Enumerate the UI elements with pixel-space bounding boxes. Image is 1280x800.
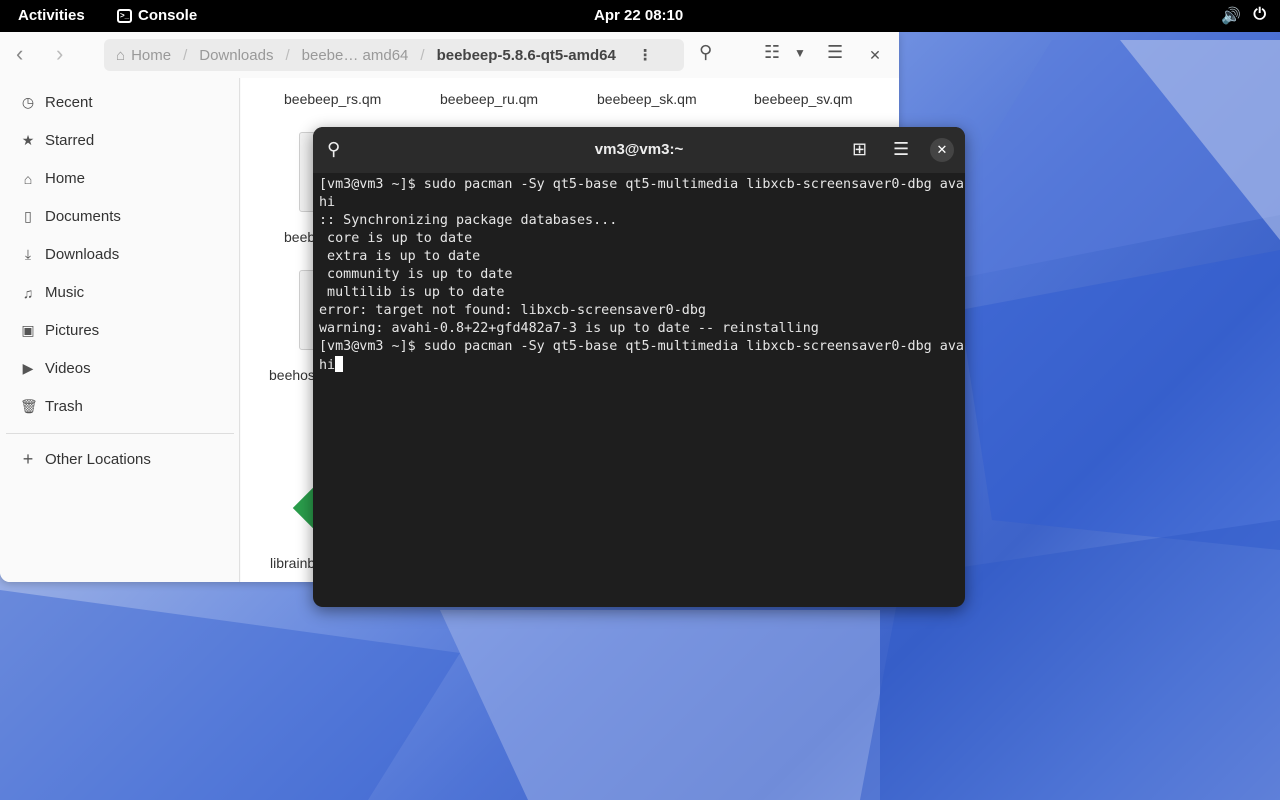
file-item[interactable]: beebeep_rs.qm (284, 91, 381, 107)
path-bar: ⌂ Home / Downloads / beebe… amd64 / beeb… (104, 39, 684, 71)
back-button[interactable]: ‹ (16, 43, 23, 65)
terminal-line: community is up to date (319, 267, 513, 282)
sidebar-item-label: Downloads (45, 246, 120, 263)
sidebar-item-label: Documents (45, 208, 121, 225)
sidebar-item-other-locations[interactable]: + Other Locations (20, 449, 151, 470)
terminal-header: ⚲ vm3@vm3:~ ⊞ ☰ ✕ (313, 127, 965, 173)
system-tray[interactable]: 🔊 ⏻ (1221, 6, 1266, 26)
more-options-icon[interactable]: ⋮ (638, 46, 653, 64)
file-item[interactable]: beeb (284, 229, 315, 245)
wallpaper-facet (0, 590, 460, 800)
music-icon: ♫ (22, 284, 34, 301)
forward-button[interactable]: › (56, 43, 63, 65)
picture-icon: ▣ (21, 322, 35, 338)
star-icon: ★ (21, 132, 35, 148)
menu-icon[interactable]: ☰ (827, 42, 843, 63)
app-menu[interactable]: >_ Console (117, 7, 197, 24)
file-item[interactable]: beebeep_sv.qm (754, 91, 853, 107)
path-parent[interactable]: beebe… amd64 (302, 47, 409, 64)
path-home[interactable]: Home (131, 47, 171, 64)
terminal-line: warning: avahi-0.8+22+gfd482a7-3 is up t… (319, 321, 819, 336)
file-item[interactable]: librainb (270, 555, 315, 571)
sidebar-item-pictures[interactable]: ▣ Pictures (20, 322, 99, 339)
document-icon: ▯ (24, 208, 32, 224)
path-downloads[interactable]: Downloads (199, 47, 273, 64)
terminal-title: vm3@vm3:~ (594, 141, 684, 158)
chevron-down-icon[interactable]: ▼ (794, 46, 806, 60)
terminal-line: :: Synchronizing package databases... (319, 213, 618, 228)
terminal-line: core is up to date (319, 231, 473, 246)
sidebar-item-label: Starred (45, 132, 95, 149)
terminal-line: multilib is up to date (319, 285, 505, 300)
wallpaper-facet (960, 250, 1280, 550)
path-separator: / (420, 46, 425, 64)
sidebar-item-downloads[interactable]: ⤓ Downloads (20, 246, 119, 263)
close-button[interactable]: ✕ (862, 42, 888, 68)
file-item[interactable]: beebeep_ru.qm (440, 91, 538, 107)
sidebar-item-home[interactable]: ⌂ Home (20, 170, 85, 187)
terminal-line: [vm3@vm3 ~]$ sudo pacman -Sy qt5-base qt… (319, 177, 964, 192)
clock-icon: ◷ (21, 94, 35, 110)
header-bar: ‹ › ⌂ Home / Downloads / beebe… amd64 / … (0, 32, 899, 78)
terminal-icon: >_ (117, 8, 132, 23)
terminal-line: hi (319, 195, 336, 210)
terminal-input-line[interactable]: hi (319, 356, 961, 375)
terminal-output[interactable]: [vm3@vm3 ~]$ sudo pacman -Sy qt5-base qt… (319, 176, 964, 375)
close-button[interactable]: ✕ (930, 138, 954, 162)
video-icon: ▶ (22, 360, 34, 376)
sidebar-divider (6, 433, 234, 434)
sidebar-item-label: Music (45, 284, 85, 301)
sidebar-item-label: Pictures (45, 322, 100, 339)
path-current[interactable]: beebeep-5.8.6-qt5-amd64 (437, 47, 616, 64)
sidebar-item-videos[interactable]: ▶ Videos (20, 360, 91, 377)
plus-icon: + (22, 449, 34, 469)
sidebar-item-starred[interactable]: ★ Starred (20, 132, 94, 149)
path-separator: / (285, 46, 290, 64)
file-item[interactable]: beehos (269, 367, 315, 383)
sidebar-item-trash[interactable]: 🗑 Trash (20, 398, 83, 415)
sidebar-item-documents[interactable]: ▯ Documents (20, 208, 121, 225)
path-separator: / (183, 46, 188, 64)
terminal-line: error: target not found: libxcb-screensa… (319, 303, 706, 318)
file-item[interactable]: beebeep_sk.qm (597, 91, 697, 107)
list-view-icon[interactable]: ☷ (764, 42, 780, 63)
download-icon: ⤓ (24, 246, 32, 262)
home-icon: ⌂ (116, 46, 126, 64)
terminal-line: extra is up to date (319, 249, 481, 264)
top-bar: Activities >_ Console Apr 22 08:10 🔊 ⏻ (0, 0, 1280, 32)
sidebar-item-label: Other Locations (45, 451, 151, 468)
app-name: Console (138, 7, 198, 24)
search-icon[interactable]: ⚲ (699, 42, 712, 63)
text-cursor (335, 356, 344, 372)
sidebar-item-label: Recent (45, 94, 93, 111)
volume-icon[interactable]: 🔊 (1221, 6, 1241, 26)
menu-icon[interactable]: ☰ (893, 139, 909, 160)
clock[interactable]: Apr 22 08:10 (594, 7, 683, 24)
sidebar-item-music[interactable]: ♫ Music (20, 284, 84, 301)
new-tab-icon[interactable]: ⊞ (852, 139, 867, 160)
terminal-line: [vm3@vm3 ~]$ sudo pacman -Sy qt5-base qt… (319, 339, 964, 354)
activities-button[interactable]: Activities (18, 7, 85, 24)
home-icon: ⌂ (23, 170, 33, 187)
trash-icon: 🗑 (20, 398, 38, 414)
sidebar-item-label: Videos (45, 360, 91, 377)
power-icon[interactable]: ⏻ (1253, 6, 1266, 26)
sidebar: ◷ Recent ★ Starred ⌂ Home ▯ Documents ⤓ … (0, 78, 240, 582)
sidebar-item-label: Trash (45, 398, 83, 415)
wallpaper-facet (440, 610, 880, 800)
sidebar-item-recent[interactable]: ◷ Recent (20, 94, 93, 111)
terminal-input-text: hi (319, 358, 336, 373)
sidebar-item-label: Home (45, 170, 86, 187)
terminal-window: ⚲ vm3@vm3:~ ⊞ ☰ ✕ [vm3@vm3 ~]$ sudo pacm… (313, 127, 965, 607)
